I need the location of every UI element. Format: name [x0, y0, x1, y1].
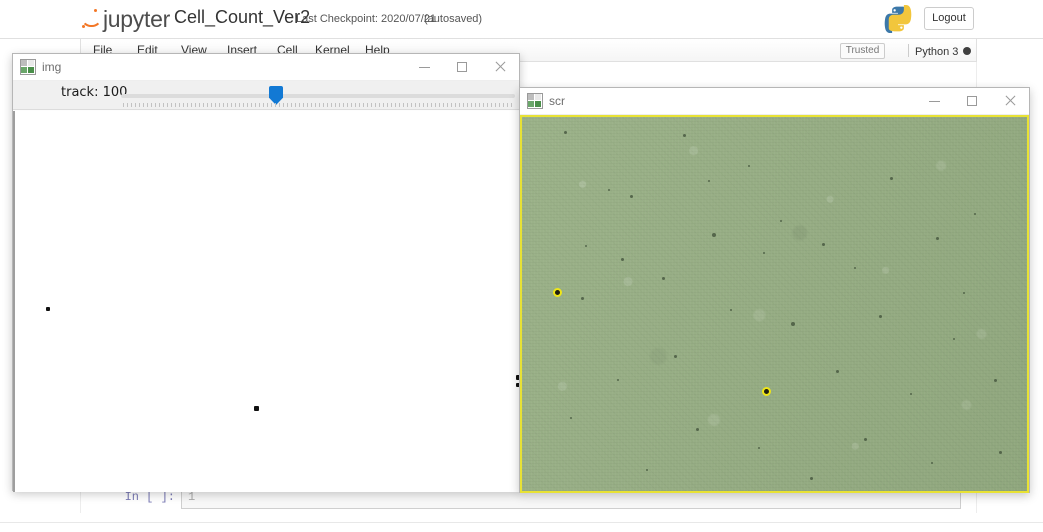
- img-close-button[interactable]: [481, 54, 519, 80]
- scr-speck: [564, 131, 567, 134]
- scr-speck: [864, 438, 867, 441]
- scr-window-titlebar[interactable]: scr: [520, 88, 1029, 115]
- jupyter-brand-text: jupyter: [103, 5, 170, 32]
- scr-speck: [696, 428, 699, 431]
- scr-minimize-button[interactable]: [915, 88, 953, 114]
- scr-speck: [570, 417, 572, 419]
- scr-speck: [585, 245, 587, 247]
- minimize-icon: [928, 100, 940, 102]
- img-window-titlebar[interactable]: img: [13, 54, 519, 81]
- opencv-window-icon: [20, 59, 36, 75]
- img-window-controls: [405, 54, 519, 80]
- scr-canvas[interactable]: [520, 115, 1029, 493]
- scr-speck: [931, 462, 933, 464]
- kernel-busy-dot-icon: [963, 47, 972, 55]
- scr-speck: [836, 370, 839, 373]
- scr-speck: [712, 233, 716, 237]
- scr-speck: [780, 220, 782, 222]
- scr-speck: [608, 189, 610, 191]
- kernel-separator: [908, 44, 909, 57]
- trusted-badge[interactable]: Trusted: [840, 43, 885, 59]
- trackbar-label: track: 100: [61, 85, 128, 100]
- scr-maximize-button[interactable]: [953, 88, 991, 114]
- python-logo-icon: [884, 5, 912, 33]
- scr-speck: [810, 477, 813, 480]
- scr-image-grain: [522, 117, 1027, 491]
- jupyter-logo[interactable]: jupyter: [80, 5, 170, 33]
- last-checkpoint-label: Last Checkpoint: 2020/07/21: [296, 13, 437, 25]
- notebook-title[interactable]: Cell_Count_Ver2: [174, 7, 310, 28]
- scr-speck: [890, 177, 893, 180]
- img-window-title: img: [42, 60, 62, 74]
- img-minimize-button[interactable]: [405, 54, 443, 80]
- scr-speck: [791, 322, 795, 326]
- scr-speck: [953, 338, 955, 340]
- scr-speck: [683, 134, 686, 137]
- scr-speck: [674, 355, 677, 358]
- scr-speck: [621, 258, 624, 261]
- scr-speck: [617, 379, 619, 381]
- screen: jupyter Cell_Count_Ver2 Last Checkpoint:…: [0, 0, 1043, 532]
- scr-speck: [748, 165, 750, 167]
- scr-speck: [936, 237, 939, 240]
- scr-speck: [630, 195, 633, 198]
- scr-speck: [854, 267, 856, 269]
- scr-close-button[interactable]: [991, 88, 1029, 114]
- img-maximize-button[interactable]: [443, 54, 481, 80]
- jupyter-logo-icon: [80, 7, 102, 31]
- scr-speck: [662, 277, 665, 280]
- kernel-indicator[interactable]: Python 3: [908, 44, 972, 58]
- scr-speck: [999, 451, 1002, 454]
- scr-window[interactable]: scr: [519, 87, 1030, 493]
- page-bottom-divider: [0, 522, 1043, 523]
- opencv-window-icon: [527, 93, 543, 109]
- scr-speck: [708, 180, 710, 182]
- detected-cell-marker: [762, 387, 771, 396]
- detected-cell-marker: [553, 288, 562, 297]
- close-icon: [1004, 95, 1016, 107]
- img-canvas[interactable]: [13, 110, 519, 492]
- scr-speck: [879, 315, 882, 318]
- img-blob: [254, 406, 259, 411]
- close-icon: [494, 61, 506, 73]
- scr-speck: [963, 292, 965, 294]
- scr-window-controls: [915, 88, 1029, 114]
- scr-speck: [763, 252, 765, 254]
- scr-speck: [822, 243, 825, 246]
- scr-window-title: scr: [549, 94, 565, 108]
- img-blob: [46, 307, 50, 311]
- maximize-icon: [457, 62, 467, 72]
- scr-speck: [994, 379, 997, 382]
- img-canvas-left-edge: [13, 111, 15, 492]
- kernel-name-label: Python 3: [915, 46, 959, 58]
- scr-speck: [581, 297, 584, 300]
- logout-button[interactable]: Logout: [924, 7, 974, 30]
- scr-speck: [974, 213, 976, 215]
- img-window[interactable]: img track: 100: [12, 53, 520, 492]
- trackbar-track[interactable]: [121, 94, 515, 98]
- scr-speck: [646, 469, 648, 471]
- scr-speck: [910, 393, 912, 395]
- autosaved-label: (autosaved): [424, 13, 483, 25]
- maximize-icon: [967, 96, 977, 106]
- jupyter-header: jupyter Cell_Count_Ver2 Last Checkpoint:…: [0, 0, 1043, 39]
- scr-speck: [730, 309, 732, 311]
- img-trackbar-area: track: 100: [13, 81, 519, 110]
- minimize-icon: [418, 66, 430, 68]
- scr-speck: [758, 447, 760, 449]
- trackbar-ticks: [123, 103, 515, 107]
